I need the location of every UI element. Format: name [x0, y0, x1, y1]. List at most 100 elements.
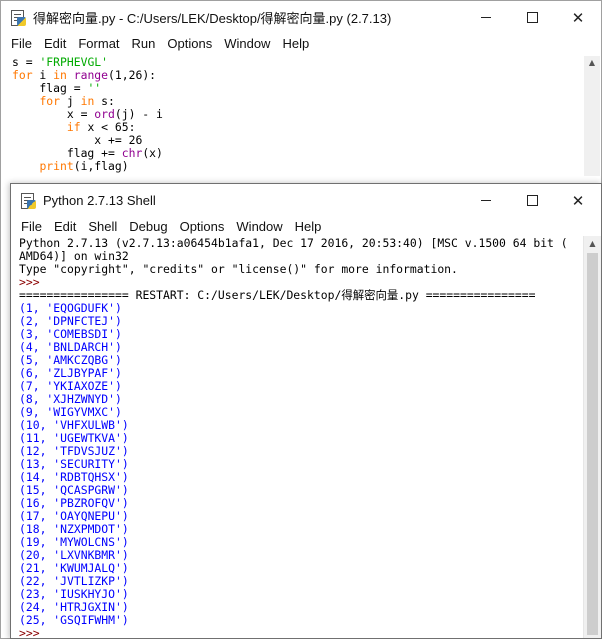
editor-menu-options[interactable]: Options — [161, 36, 218, 51]
output-line: (19, 'MYWOLCNS') — [19, 535, 129, 549]
editor-menu-help[interactable]: Help — [276, 36, 315, 51]
shell-prompt: >>> — [19, 275, 47, 289]
code-token: x < 65: — [80, 120, 136, 134]
shell-menu-edit[interactable]: Edit — [48, 219, 82, 234]
output-line: (13, 'SECURITY') — [19, 457, 129, 471]
shell-menubar: File Edit Shell Debug Options Window Hel… — [11, 217, 601, 236]
shell-menu-shell[interactable]: Shell — [82, 219, 123, 234]
code-token: (i,flag) — [73, 159, 129, 173]
code-token: flag = — [12, 81, 88, 95]
idle-file-icon — [10, 9, 26, 26]
output-line: (10, 'VHFXULWB') — [19, 418, 129, 432]
shell-window[interactable]: Python 2.7.13 Shell ✕ File Edit Shell De… — [10, 183, 602, 639]
code-token: (1,26): — [108, 68, 157, 82]
code-line: for i in range(1,26): — [12, 68, 156, 82]
output-line: (22, 'JVTLIZKP') — [19, 574, 129, 588]
code-token: s: — [94, 94, 115, 108]
banner-line: Type "copyright", "credits" or "license(… — [19, 262, 458, 276]
shell-menu-debug[interactable]: Debug — [123, 219, 173, 234]
close-icon[interactable]: ✕ — [555, 184, 601, 217]
output-line: (7, 'YKIAXOZE') — [19, 379, 122, 393]
output-line: (24, 'HTRJGXIN') — [19, 600, 129, 614]
output-line: (11, 'UGEWTKVA') — [19, 431, 129, 445]
shell-title: Python 2.7.13 Shell — [43, 193, 156, 208]
output-line: (25, 'GSQIFWHM') — [19, 613, 129, 627]
output-line: (5, 'AMKCZQBG') — [19, 353, 122, 367]
code-token: print — [39, 159, 74, 173]
shell-menu-window[interactable]: Window — [230, 219, 288, 234]
code-token: chr — [121, 146, 143, 160]
shell-output-area[interactable]: Python 2.7.13 (v2.7.13:a06454b1afa1, Dec… — [15, 237, 568, 639]
output-line: (15, 'QCASPGRW') — [19, 483, 129, 497]
output-line: (2, 'DPNFCTEJ') — [19, 314, 122, 328]
code-line: if x < 65: — [12, 120, 136, 134]
output-line: (21, 'KWUMJALQ') — [19, 561, 129, 575]
banner-line: AMD64)] on win32 — [19, 249, 129, 263]
code-line: print(i,flag) — [12, 159, 129, 173]
code-token: (j) - i — [114, 107, 163, 121]
editor-menu-window[interactable]: Window — [218, 36, 276, 51]
shell-menu-help[interactable]: Help — [289, 219, 328, 234]
editor-title: 得解密向量.py - C:/Users/LEK/Desktop/得解密向量.py… — [33, 11, 392, 26]
editor-menu-edit[interactable]: Edit — [38, 36, 72, 51]
output-line: (8, 'XJHZWNYD') — [19, 392, 122, 406]
banner-line: Python 2.7.13 (v2.7.13:a06454b1afa1, Dec… — [19, 236, 568, 250]
output-line: (9, 'WIGYVMXC') — [19, 405, 122, 419]
code-token: for — [12, 68, 33, 82]
scroll-up-arrow-icon[interactable]: ▲ — [584, 56, 600, 70]
editor-menu-format[interactable]: Format — [72, 36, 125, 51]
shell-menu-options[interactable]: Options — [174, 219, 231, 234]
shell-prompt[interactable]: >>> — [19, 626, 46, 639]
code-token: (x) — [142, 146, 163, 160]
output-line: (18, 'NZXPMDOT') — [19, 522, 129, 536]
output-line: (14, 'RDBTQHSX') — [19, 470, 129, 484]
program-output: (1, 'EQOGDUFK') (2, 'DPNFCTEJ') (3, 'COM… — [19, 301, 129, 627]
output-line: (1, 'EQOGDUFK') — [19, 301, 122, 315]
code-line: x = ord(j) - i — [12, 107, 163, 121]
code-token: j — [60, 94, 81, 108]
editor-menu-run[interactable]: Run — [126, 36, 162, 51]
editor-code-area[interactable]: s = 'FRPHEVGL' for i in range(1,26): fla… — [8, 56, 163, 173]
code-line: s = 'FRPHEVGL' — [12, 55, 108, 69]
editor-titlebar[interactable]: 得解密向量.py - C:/Users/LEK/Desktop/得解密向量.py… — [1, 1, 601, 34]
editor-scrollbar[interactable]: ▲ — [584, 56, 600, 176]
code-token: ord — [94, 107, 115, 121]
code-line: flag = '' — [12, 81, 101, 95]
shell-titlebar[interactable]: Python 2.7.13 Shell ✕ — [11, 184, 601, 217]
shell-menu-file[interactable]: File — [15, 219, 48, 234]
output-line: (3, 'COMEBSDI') — [19, 327, 122, 341]
code-token: '' — [87, 81, 102, 95]
minimize-icon[interactable] — [463, 184, 509, 217]
output-line: (12, 'TFDVSJUZ') — [19, 444, 129, 458]
code-token: if — [66, 120, 81, 134]
scroll-up-arrow-icon[interactable]: ▲ — [584, 236, 601, 252]
scrollbar-thumb[interactable] — [587, 253, 598, 635]
editor-menu-file[interactable]: File — [5, 36, 38, 51]
code-token: x = — [12, 107, 95, 121]
shell-scrollbar[interactable]: ▲ — [583, 236, 601, 638]
code-line: flag += chr(x) — [12, 146, 163, 160]
output-line: (20, 'LXVNKBMR') — [19, 548, 129, 562]
output-line: (17, 'OAYQNEPU') — [19, 509, 129, 523]
output-line: (23, 'IUSKHYJO') — [19, 587, 129, 601]
output-line: (6, 'ZLJBYPAF') — [19, 366, 122, 380]
maximize-icon[interactable] — [509, 184, 555, 217]
code-token: 'FRPHEVGL' — [39, 55, 109, 69]
code-token: s = — [12, 55, 40, 69]
code-line: x += 26 — [12, 133, 142, 147]
output-line: (4, 'BNLDARCH') — [19, 340, 122, 354]
output-line: (16, 'PBZROFQV') — [19, 496, 129, 510]
minimize-icon[interactable] — [463, 1, 509, 34]
maximize-icon[interactable] — [509, 1, 555, 34]
code-token: in — [80, 94, 95, 108]
code-token: i — [32, 68, 54, 82]
code-line: for j in s: — [12, 94, 115, 108]
code-token: for — [39, 94, 61, 108]
code-token: x += 26 — [12, 133, 143, 147]
python-shell-icon — [20, 192, 36, 209]
close-icon[interactable]: ✕ — [555, 1, 601, 34]
